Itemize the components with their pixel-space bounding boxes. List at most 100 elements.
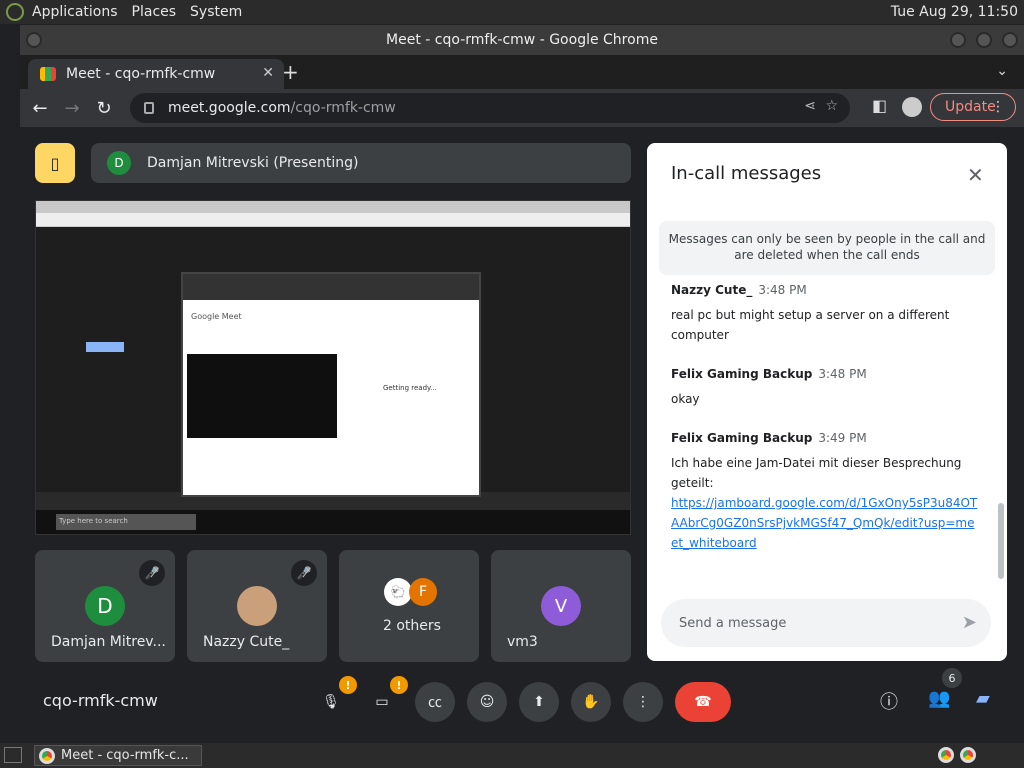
participants-count-badge: 6 [942, 668, 962, 688]
close-window-icon[interactable] [1002, 32, 1018, 48]
chat-icon[interactable]: ▰ [976, 688, 990, 709]
chrome-icon [39, 747, 55, 764]
captions-button[interactable]: ㏄ [415, 682, 455, 722]
leave-call-button[interactable]: ☎ [675, 682, 731, 722]
new-tab-icon[interactable]: + [282, 60, 299, 84]
participant-tile-nazzy[interactable]: 🎤̸ Nazzy Cute_ [187, 550, 327, 662]
address-bar[interactable]: meet.google.com/cqo-rmfk-cmw ⋖ ☆ [130, 93, 850, 123]
participant-name: Damjan Mitrev... [51, 634, 166, 650]
tab-strip: Meet - cqo-rmfk-cmw ✕ + ⌄ [20, 55, 1024, 89]
shared-meet-window: Google Meet Getting ready... [181, 272, 481, 497]
send-icon[interactable]: ➤ [962, 612, 977, 633]
forward-arrow-icon[interactable]: → [56, 98, 88, 119]
message-header: Felix Gaming Backup 3:48 PM [671, 367, 981, 381]
taskbar-task-label: Meet - cqo-rmfk-c... [61, 748, 189, 763]
window-titlebar: Meet - cqo-rmfk-cmw - Google Chrome [20, 25, 1024, 55]
camera-icon: ▭ [375, 694, 389, 710]
door-exit-icon[interactable]: ▯ [35, 143, 75, 183]
share-icon[interactable]: ⋖ [804, 98, 816, 114]
distro-logo-icon[interactable] [6, 3, 24, 21]
lock-icon[interactable] [144, 102, 154, 114]
participant-name: 2 others [383, 618, 441, 634]
browser-tab[interactable]: Meet - cqo-rmfk-cmw ✕ [28, 59, 284, 89]
tab-title: Meet - cqo-rmfk-cmw [66, 66, 216, 82]
avatar: F [409, 578, 437, 606]
menu-places[interactable]: Places [132, 4, 177, 20]
shared-gm-title: Google Meet [191, 312, 242, 321]
message-placeholder: Send a message [679, 615, 787, 631]
message-input[interactable]: Send a message ➤ [661, 599, 991, 647]
present-button[interactable]: ⬆ [519, 682, 559, 722]
tab-search-chevron-icon[interactable]: ⌄ [996, 63, 1008, 79]
avatar: V [541, 586, 581, 626]
shared-getting-ready: Getting ready... [383, 384, 437, 392]
back-arrow-icon[interactable]: ← [24, 98, 56, 119]
more-menu-icon[interactable]: ⋮ [991, 99, 1005, 115]
tray-chrome-icon[interactable] [938, 747, 954, 763]
url-host: meet.google.com [168, 100, 291, 116]
side-panel-icon[interactable]: ◧ [872, 96, 887, 115]
tray-chrome-icon-2[interactable] [960, 747, 976, 763]
shared-taskbar-search: Type here to search [56, 514, 196, 530]
screen-share-view[interactable]: Google Meet Getting ready... Type here t… [35, 200, 631, 535]
shared-preview-video [187, 354, 337, 438]
window-title: Meet - cqo-rmfk-cmw - Google Chrome [386, 32, 658, 48]
mic-warning-icon: ! [339, 676, 357, 694]
participant-tile-others[interactable]: 🐑 F 2 others [339, 550, 479, 662]
list-item: Nazzy Cute_ 3:48 PM real pc but might set… [671, 283, 981, 345]
camera-warning-icon: ! [390, 676, 408, 694]
mic-off-icon: 🎤̸ [291, 560, 317, 586]
show-desktop-icon[interactable] [4, 747, 22, 763]
participant-name: vm3 [507, 634, 538, 650]
more-options-button[interactable]: ⋮ [623, 682, 663, 722]
taskbar-chrome-window[interactable]: Meet - cqo-rmfk-c... [34, 745, 202, 766]
participant-tile-damjan[interactable]: 🎤̸ D Damjan Mitrev... [35, 550, 175, 662]
message-sender: Nazzy Cute_ [671, 283, 753, 297]
reactions-button[interactable]: ☺ [467, 682, 507, 722]
shared-taskbar: Type here to search [36, 510, 630, 534]
shared-bookmarks-bar [36, 201, 630, 213]
chat-notice: Messages can only be seen by people in t… [659, 221, 995, 275]
info-icon[interactable]: ⓘ [880, 688, 898, 714]
menu-system[interactable]: System [190, 4, 242, 20]
minimize-icon[interactable] [950, 32, 966, 48]
message-list: Nazzy Cute_ 3:48 PM real pc but might set… [671, 283, 981, 575]
sheep-avatar: 🐑 [384, 578, 412, 606]
message-time: 3:48 PM [758, 283, 807, 297]
profile-avatar-icon[interactable] [902, 97, 922, 117]
chat-title: In-call messages [671, 163, 822, 184]
people-icon[interactable]: 👥 [928, 688, 950, 709]
presenter-name: Damjan Mitrevski (Presenting) [147, 155, 359, 171]
shared-window-bar [183, 274, 479, 300]
presenter-avatar: D [107, 151, 131, 175]
tab-close-icon[interactable]: ✕ [262, 65, 274, 81]
avatar: D [85, 586, 125, 626]
system-clock[interactable]: Tue Aug 29, 11:50 [891, 4, 1018, 20]
message-header: Nazzy Cute_ 3:48 PM [671, 283, 981, 297]
camera-button[interactable]: ▭ ! [362, 676, 408, 722]
message-sender: Felix Gaming Backup [671, 431, 813, 445]
avatar [237, 586, 277, 626]
mic-off-icon: 🎤̸ [139, 560, 165, 586]
message-text: okay [671, 392, 700, 406]
close-icon[interactable]: ✕ [967, 163, 984, 187]
participant-tile-vm3[interactable]: V vm3 [491, 550, 631, 662]
participant-name: Nazzy Cute_ [203, 634, 290, 650]
meeting-code: cqo-rmfk-cmw [43, 691, 158, 710]
bookmark-star-icon[interactable]: ☆ [825, 98, 838, 114]
url-path: /cqo-rmfk-cmw [290, 100, 396, 116]
chat-scrollbar[interactable] [998, 503, 1004, 579]
reload-icon[interactable]: ↻ [88, 98, 120, 119]
shared-address-bar [36, 213, 630, 227]
list-item: Felix Gaming Backup 3:49 PM Ich habe eine… [671, 431, 981, 553]
update-button[interactable]: Update ⋮ [930, 93, 1016, 121]
mic-button[interactable]: 🎙 ! [311, 676, 357, 722]
phone-hangup-icon: ☎ [694, 694, 712, 710]
menu-applications[interactable]: Applications [32, 4, 118, 20]
hand-icon: ✋ [582, 694, 600, 710]
raise-hand-button[interactable]: ✋ [571, 682, 611, 722]
window-menu-icon[interactable] [26, 32, 42, 48]
meet-favicon-icon [40, 67, 56, 81]
maximize-icon[interactable] [976, 32, 992, 48]
jamboard-link[interactable]: https://jamboard.google.com/d/1GxOny5sP3… [671, 493, 981, 553]
